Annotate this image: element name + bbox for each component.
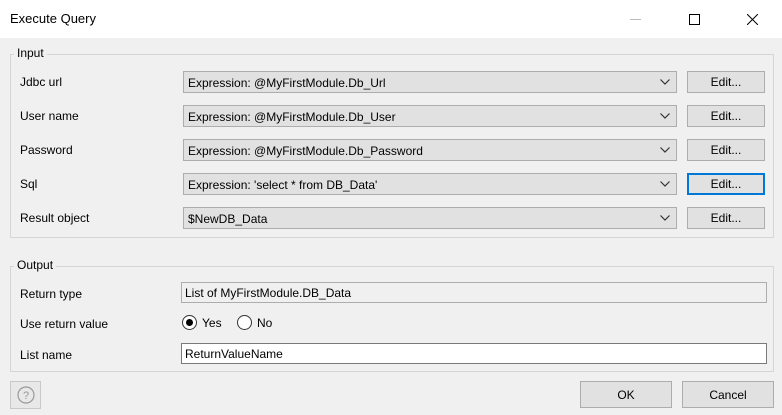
ok-button[interactable]: OK <box>580 381 672 408</box>
chevron-down-icon <box>660 113 670 119</box>
list-name-label: List name <box>20 348 73 362</box>
chevron-down-icon <box>660 147 670 153</box>
help-button[interactable]: ? <box>10 381 41 409</box>
password-value: Expression: @MyFirstModule.Db_Password <box>188 144 423 158</box>
question-icon: ? <box>16 386 35 404</box>
sql-edit-button[interactable]: Edit... <box>687 173 765 195</box>
maximize-button[interactable] <box>671 0 717 38</box>
close-icon <box>746 13 758 25</box>
use-return-no-radio[interactable] <box>237 315 252 330</box>
password-edit-button[interactable]: Edit... <box>687 139 765 161</box>
return-type-field: List of MyFirstModule.DB_Data <box>181 282 767 303</box>
jdbc-url-label: Jdbc url <box>20 75 63 89</box>
result-object-edit-button[interactable]: Edit... <box>687 207 765 229</box>
use-return-no-label[interactable]: No <box>257 316 272 330</box>
sql-dropdown[interactable]: Expression: 'select * from DB_Data' <box>183 173 677 195</box>
jdbc-url-edit-button[interactable]: Edit... <box>687 71 765 93</box>
return-type-value: List of MyFirstModule.DB_Data <box>185 286 352 300</box>
close-button[interactable] <box>729 0 775 38</box>
password-label: Password <box>20 143 73 157</box>
use-return-yes-label[interactable]: Yes <box>202 316 222 330</box>
input-group-label: Input <box>14 46 47 60</box>
user-name-edit-button[interactable]: Edit... <box>687 105 765 127</box>
svg-text:?: ? <box>22 390 28 402</box>
maximize-icon <box>688 13 700 25</box>
chevron-down-icon <box>660 215 670 221</box>
cancel-button[interactable]: Cancel <box>682 381 774 408</box>
result-object-dropdown[interactable]: $NewDB_Data <box>183 207 677 229</box>
minimize-icon <box>629 18 641 20</box>
sql-label: Sql <box>20 177 38 191</box>
title-bar: Execute Query <box>0 0 782 38</box>
user-name-value: Expression: @MyFirstModule.Db_User <box>188 110 396 124</box>
user-name-label: User name <box>20 109 79 123</box>
user-name-dropdown[interactable]: Expression: @MyFirstModule.Db_User <box>183 105 677 127</box>
output-group-label: Output <box>14 258 57 272</box>
jdbc-url-value: Expression: @MyFirstModule.Db_Url <box>188 76 386 90</box>
result-object-label: Result object <box>20 211 90 225</box>
result-object-value: $NewDB_Data <box>188 212 268 226</box>
jdbc-url-dropdown[interactable]: Expression: @MyFirstModule.Db_Url <box>183 71 677 93</box>
window-title: Execute Query <box>10 11 96 26</box>
use-return-yes-radio[interactable] <box>182 315 197 330</box>
password-dropdown[interactable]: Expression: @MyFirstModule.Db_Password <box>183 139 677 161</box>
minimize-button[interactable] <box>612 0 658 38</box>
chevron-down-icon <box>660 79 670 85</box>
use-return-value-label: Use return value <box>20 317 109 331</box>
chevron-down-icon <box>660 181 670 187</box>
list-name-input[interactable]: ReturnValueName <box>181 343 767 364</box>
list-name-value: ReturnValueName <box>185 347 283 361</box>
sql-value: Expression: 'select * from DB_Data' <box>188 178 378 192</box>
return-type-label: Return type <box>20 287 83 301</box>
